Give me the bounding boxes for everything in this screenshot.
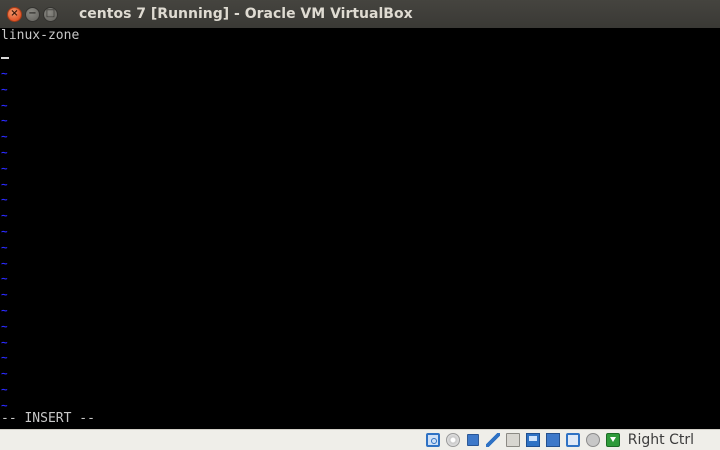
host-key-label[interactable]: Right Ctrl — [628, 432, 694, 448]
empty-line-tilde: ~ — [1, 304, 8, 317]
window-title: centos 7 [Running] - Oracle VM VirtualBo… — [79, 6, 413, 22]
keyboard-capture-icon[interactable] — [605, 433, 620, 447]
empty-line-tilde: ~ — [1, 398, 8, 412]
network-icon[interactable] — [466, 434, 479, 446]
empty-line-tilde: ~ — [1, 288, 8, 302]
display-icon[interactable] — [525, 433, 540, 447]
usb-icon[interactable] — [485, 433, 500, 447]
empty-line-tilde: ~ — [1, 114, 8, 128]
mouse-integration-icon[interactable] — [585, 433, 600, 447]
empty-line-tilde: ~ — [1, 146, 8, 159]
empty-line-tilde: ~ — [1, 367, 8, 381]
shared-folders-icon[interactable] — [505, 433, 520, 447]
vim-mode-indicator: -- INSERT -- — [1, 411, 95, 426]
empty-line-tilde: ~ — [1, 177, 8, 191]
window-controls: × − □ — [7, 6, 67, 22]
empty-line-tilde: ~ — [1, 209, 8, 223]
empty-line-tilde: ~ — [1, 240, 8, 254]
video-capture-icon[interactable] — [545, 433, 560, 447]
optical-drive-icon[interactable] — [445, 433, 460, 447]
empty-line-tilde: ~ — [1, 193, 8, 207]
virtualbox-window: × − □ centos 7 [Running] - Oracle VM Vir… — [0, 0, 720, 450]
title-bar[interactable]: × − □ centos 7 [Running] - Oracle VM Vir… — [0, 0, 720, 28]
buffer-first-line: linux-zone — [1, 28, 80, 43]
empty-line-tilde: ~ — [1, 98, 8, 112]
empty-line-tilde: ~ — [1, 383, 8, 396]
vm-screen[interactable]: linux-zone ~ ~ ~ ~ ~ ~ ~ ~ ~ ~ ~ ~ ~ ~ ~ ~ ~ ~ ~ ~ ~ ~ -- INS… — [0, 28, 720, 429]
empty-line-tilde: ~ — [1, 161, 8, 175]
empty-line-tilde: ~ — [1, 67, 8, 80]
empty-line-tilde: ~ — [1, 272, 8, 286]
empty-line-tilde: ~ — [1, 82, 8, 96]
empty-line-tilde: ~ — [1, 335, 8, 349]
vm-status-bar: Right Ctrl — [0, 429, 720, 450]
maximize-button[interactable]: □ — [43, 6, 58, 22]
close-button[interactable]: × — [7, 6, 22, 22]
empty-line-tilde: ~ — [1, 351, 8, 365]
minimize-button[interactable]: − — [25, 6, 40, 22]
empty-line-tilde: ~ — [1, 256, 8, 270]
cpu-icon[interactable] — [565, 433, 580, 447]
hard-disk-icon[interactable] — [425, 433, 440, 447]
empty-line-tilde: ~ — [1, 319, 8, 333]
empty-line-tilde: ~ — [1, 130, 8, 144]
empty-line-tilde: ~ — [1, 225, 8, 238]
text-cursor — [1, 57, 9, 59]
